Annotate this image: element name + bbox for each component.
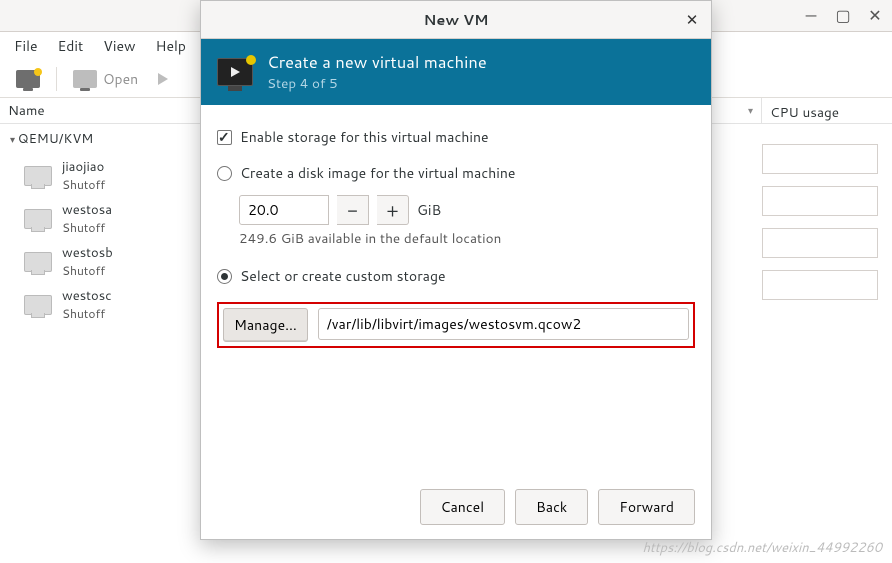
vm-name: jiaojiao xyxy=(62,158,105,176)
forward-button[interactable]: Forward xyxy=(598,489,695,525)
custom-storage-radio[interactable] xyxy=(217,269,232,284)
vm-state: Shutoff xyxy=(62,176,105,193)
dialog-footer: Cancel Back Forward xyxy=(201,475,711,539)
create-disk-radio[interactable] xyxy=(217,166,232,181)
col-name-label: Name xyxy=(8,101,45,120)
col-cpu[interactable]: CPU usage xyxy=(762,98,892,123)
dialog-title: New VM xyxy=(229,9,683,30)
vm-name: westosa xyxy=(62,201,112,219)
cpu-usage-column xyxy=(762,124,892,563)
vm-name: westosb xyxy=(62,244,113,262)
menu-file[interactable]: File xyxy=(4,32,48,60)
dialog-body: Enable storage for this virtual machine … xyxy=(201,105,711,475)
new-vm-button[interactable] xyxy=(8,66,48,92)
dialog-header: Create a new virtual machine Step 4 of 5 xyxy=(201,39,711,105)
menu-edit[interactable]: Edit xyxy=(48,32,94,60)
cpu-graph xyxy=(762,228,878,258)
vm-state: Shutoff xyxy=(62,262,113,279)
cancel-button[interactable]: Cancel xyxy=(420,489,506,525)
play-icon xyxy=(158,73,168,85)
disk-size-row: − + GiB xyxy=(239,195,695,225)
custom-storage-row[interactable]: Select or create custom storage xyxy=(217,262,695,290)
vm-icon xyxy=(24,295,52,315)
vm-icon xyxy=(24,209,52,229)
dialog-titlebar: New VM ✕ xyxy=(201,1,711,39)
vm-wizard-icon xyxy=(217,58,253,86)
vm-name: westosc xyxy=(62,287,112,305)
create-disk-row[interactable]: Create a disk image for the virtual mach… xyxy=(217,159,695,187)
storage-path-input[interactable] xyxy=(318,308,689,340)
menu-view[interactable]: View xyxy=(93,32,145,60)
sort-descending-icon: ▾ xyxy=(748,104,753,118)
disk-size-input[interactable] xyxy=(239,195,329,225)
vm-icon xyxy=(24,252,52,272)
cpu-graph xyxy=(762,186,878,216)
enable-storage-row[interactable]: Enable storage for this virtual machine xyxy=(217,123,695,151)
vm-state: Shutoff xyxy=(62,219,112,236)
divider xyxy=(56,67,57,91)
decrement-button[interactable]: − xyxy=(337,195,369,225)
highlighted-region: Manage... xyxy=(217,302,695,348)
create-disk-label: Create a disk image for the virtual mach… xyxy=(240,163,515,183)
maximize-icon[interactable]: ▢ xyxy=(836,9,850,23)
custom-storage-label: Select or create custom storage xyxy=(240,266,446,286)
console-icon xyxy=(73,70,97,88)
back-button[interactable]: Back xyxy=(515,489,588,525)
open-console-button[interactable]: Open xyxy=(65,65,146,93)
increment-button[interactable]: + xyxy=(377,195,409,225)
run-button[interactable] xyxy=(150,69,176,89)
new-vm-icon xyxy=(16,70,40,88)
enable-storage-checkbox[interactable] xyxy=(217,130,232,145)
cpu-graph xyxy=(762,144,878,174)
dialog-header-title: Create a new virtual machine xyxy=(267,51,487,74)
vm-state: Shutoff xyxy=(62,305,112,322)
close-icon[interactable]: ✕ xyxy=(683,9,701,30)
vm-icon xyxy=(24,166,52,186)
size-unit-label: GiB xyxy=(417,200,441,220)
close-icon[interactable]: ✕ xyxy=(868,9,882,23)
enable-storage-label: Enable storage for this virtual machine xyxy=(240,127,489,147)
watermark: https://blog.csdn.net/weixin_44992260 xyxy=(642,539,882,557)
minimize-icon[interactable]: — xyxy=(804,9,818,23)
available-space-label: 249.6 GiB available in the default locat… xyxy=(239,229,695,248)
manage-button[interactable]: Manage... xyxy=(223,308,308,342)
new-vm-dialog: New VM ✕ Create a new virtual machine St… xyxy=(200,0,712,540)
dialog-step-label: Step 4 of 5 xyxy=(267,74,487,93)
cpu-graph xyxy=(762,270,878,300)
menu-help[interactable]: Help xyxy=(146,32,196,60)
open-label: Open xyxy=(103,69,138,89)
